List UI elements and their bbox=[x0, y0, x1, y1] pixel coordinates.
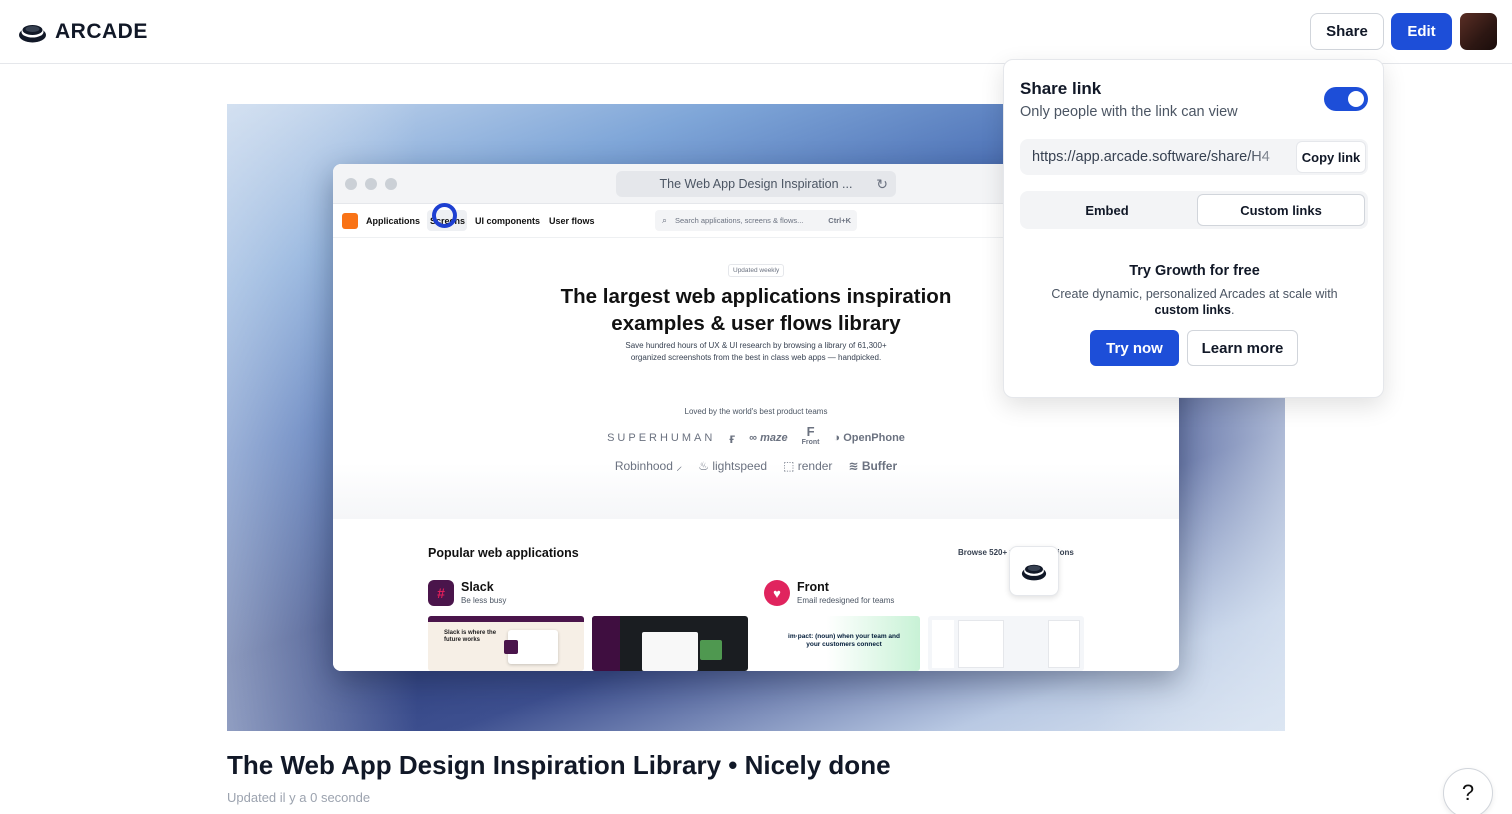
updated-weekly-badge: Updated weekly bbox=[728, 264, 785, 277]
logo-openphone: ◑ OpenPhone bbox=[833, 431, 905, 444]
slack-logo-icon: # bbox=[428, 580, 454, 606]
promo-end-text: . bbox=[1230, 303, 1235, 317]
front-logo-icon: ♥ bbox=[764, 580, 790, 606]
nav-user-flows[interactable]: User flows bbox=[549, 216, 595, 226]
logo-buffer: ≋ Buffer bbox=[848, 458, 898, 473]
app-name: Front bbox=[797, 580, 829, 594]
figma-logo-icon: ғ bbox=[729, 429, 736, 446]
promo-desc-text: Create dynamic, personalized Arcades at … bbox=[1051, 287, 1338, 301]
window-maximize-dot bbox=[385, 178, 397, 190]
site-search-placeholder: Search applications, screens & flows... bbox=[675, 216, 804, 225]
search-shortcut: Ctrl+K bbox=[828, 216, 851, 225]
nav-ui-components[interactable]: UI components bbox=[475, 216, 540, 226]
share-tabs: Embed Custom links bbox=[1020, 191, 1368, 229]
slack-screenshot-thumb-2[interactable] bbox=[592, 616, 748, 671]
site-search[interactable]: ⌕ Search applications, screens & flows..… bbox=[655, 210, 857, 231]
help-button[interactable]: ? bbox=[1443, 768, 1493, 814]
app-card-slack[interactable]: # Slack Be less busy bbox=[428, 580, 506, 606]
share-link-title: Share link bbox=[1020, 79, 1102, 98]
brand-name: ARCADE bbox=[55, 20, 148, 43]
search-icon: ⌕ bbox=[662, 215, 668, 225]
arcade-badge-button[interactable] bbox=[1009, 546, 1059, 596]
promo-description: Create dynamic, personalized Arcades at … bbox=[1034, 286, 1355, 318]
loved-by-text: Loved by the world's best product teams bbox=[684, 407, 828, 416]
share-link-toggle[interactable] bbox=[1324, 87, 1368, 111]
share-link-field[interactable]: https://app.arcade.software/share/H4 Cop… bbox=[1020, 139, 1368, 175]
share-popover: Share link Only people with the link can… bbox=[1003, 59, 1384, 398]
logo-front: F Front bbox=[801, 424, 820, 446]
share-button[interactable]: Share bbox=[1310, 13, 1384, 50]
promo-bold-text: custom links bbox=[1154, 303, 1231, 317]
try-now-button[interactable]: Try now bbox=[1090, 330, 1179, 366]
customer-logos-row2: Robinhood ⸝ ♨ lightspeed ⬚ render ≋ Buff… bbox=[333, 457, 1179, 474]
front-thumb-text: im·pact: (noun) when your team and your … bbox=[788, 633, 900, 648]
arcade-logo[interactable]: ARCADE bbox=[18, 18, 148, 46]
share-link-url: https://app.arcade.software/share/H4 bbox=[1032, 139, 1297, 175]
share-link-subtitle: Only people with the link can view bbox=[1020, 104, 1238, 120]
customer-logos-row1: SUPERHUMAN ғ ∞ maze F Front ◑ OpenPhone bbox=[333, 424, 1179, 447]
window-minimize-dot bbox=[365, 178, 377, 190]
site-logo-icon bbox=[342, 213, 358, 229]
logo-robinhood: Robinhood ⸝ bbox=[614, 459, 683, 473]
nav-applications[interactable]: Applications bbox=[366, 216, 420, 226]
page-title: The Web App Design Inspiration Library •… bbox=[227, 750, 891, 780]
learn-more-button[interactable]: Learn more bbox=[1187, 330, 1298, 366]
tab-custom-links[interactable]: Custom links bbox=[1197, 194, 1365, 226]
edit-button[interactable]: Edit bbox=[1391, 13, 1452, 50]
logo-render: ⬚ render bbox=[783, 458, 833, 473]
browser-url-title: The Web App Design Inspiration ... bbox=[659, 177, 853, 191]
app-tagline: Be less busy bbox=[461, 596, 507, 605]
user-avatar[interactable] bbox=[1460, 13, 1497, 50]
updated-timestamp: Updated il y a 0 seconde bbox=[227, 790, 371, 805]
click-hotspot-indicator[interactable] bbox=[432, 203, 457, 228]
popular-apps-title: Popular web applications bbox=[428, 546, 579, 560]
front-screenshot-thumb-2[interactable] bbox=[928, 616, 1084, 671]
arcade-logo-icon bbox=[1021, 564, 1047, 581]
slack-thumb-text: Slack is where the future works bbox=[444, 630, 497, 643]
app-name: Slack bbox=[461, 580, 494, 594]
logo-superhuman: SUPERHUMAN bbox=[607, 431, 716, 444]
top-bar: ARCADE Share Edit bbox=[0, 0, 1512, 64]
copy-link-button[interactable]: Copy link bbox=[1296, 141, 1366, 173]
logo-maze: ∞ maze bbox=[749, 431, 788, 444]
front-screenshot-thumb-1[interactable]: im·pact: (noun) when your team and your … bbox=[764, 616, 920, 671]
app-tagline: Email redesigned for teams bbox=[797, 596, 895, 605]
toggle-knob bbox=[1348, 91, 1364, 107]
browser-url-bar: The Web App Design Inspiration ... ↻ bbox=[616, 171, 896, 197]
tab-embed[interactable]: Embed bbox=[1023, 194, 1191, 226]
reload-icon: ↻ bbox=[876, 176, 888, 192]
slack-screenshot-thumb-1[interactable]: Slack is where the future works bbox=[428, 616, 584, 671]
app-card-front[interactable]: ♥ Front Email redesigned for teams bbox=[764, 580, 894, 606]
promo-title: Try Growth for free bbox=[1129, 263, 1260, 279]
window-close-dot bbox=[345, 178, 357, 190]
logo-lightspeed: ♨ lightspeed bbox=[698, 458, 768, 473]
arcade-logo-icon bbox=[19, 25, 46, 43]
